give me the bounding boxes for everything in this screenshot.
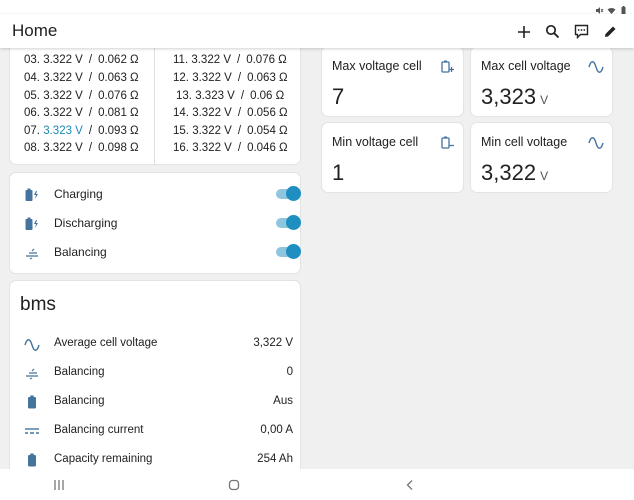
tile-value: 7 bbox=[332, 84, 345, 109]
cell-row: 14. 3.322 V/0.056 Ω bbox=[173, 107, 288, 119]
switch-row-balancing[interactable]: Balancing bbox=[10, 241, 302, 265]
search-icon bbox=[545, 24, 560, 39]
discharging-toggle[interactable] bbox=[276, 215, 301, 230]
status-bar bbox=[0, 0, 634, 15]
pencil-icon bbox=[605, 26, 616, 37]
switch-label: Charging bbox=[54, 187, 103, 201]
cell-row: 04. 3.322 V/0.063 Ω bbox=[24, 72, 139, 84]
sine-wave-icon bbox=[588, 134, 604, 150]
recent-apps-icon bbox=[54, 480, 64, 490]
entity-value: 0 bbox=[286, 366, 293, 378]
tile-name: Min voltage cell bbox=[332, 135, 419, 149]
entity-row[interactable]: Balancing 0 bbox=[10, 362, 302, 384]
cell-row: 12. 3.322 V/0.063 Ω bbox=[173, 72, 288, 84]
back-button[interactable] bbox=[402, 477, 418, 493]
tile-name: Max voltage cell bbox=[332, 59, 422, 73]
entity-value: 254 Ah bbox=[257, 453, 293, 465]
wifi-icon bbox=[607, 2, 616, 14]
sine-wave-icon bbox=[24, 336, 40, 352]
switch-label: Balancing bbox=[54, 245, 107, 259]
entity-value: 3,322 V bbox=[253, 337, 293, 349]
tile-unit: V bbox=[540, 169, 549, 183]
cell-row: 13. 3.323 V/0.06 Ω bbox=[176, 90, 285, 102]
cell-row: 06. 3.322 V/0.081 Ω bbox=[24, 107, 139, 119]
entity-row[interactable]: Balancing current 0,00 A bbox=[10, 420, 302, 442]
tile-name: Max cell voltage bbox=[481, 59, 571, 73]
bms-card: bms Average cell voltage 3,322 V Balanci… bbox=[9, 280, 301, 490]
tile-min-voltage-cell[interactable]: Min voltage cell 1 bbox=[321, 122, 464, 193]
assist-button[interactable] bbox=[572, 22, 591, 41]
battery-icon bbox=[24, 394, 40, 410]
entity-label: Balancing bbox=[54, 395, 105, 407]
entity-row[interactable]: Capacity remaining 254 Ah bbox=[10, 449, 302, 471]
switch-label: Discharging bbox=[54, 216, 118, 230]
cell-voltages-card: 03. 3.322 V/0.062 Ω 04. 3.322 V/0.063 Ω … bbox=[9, 40, 301, 165]
home-button[interactable] bbox=[226, 477, 242, 493]
recent-apps-button[interactable] bbox=[51, 477, 67, 493]
tile-name: Min cell voltage bbox=[481, 135, 568, 149]
tile-value: 3,323 bbox=[481, 84, 537, 109]
cell-row: 15. 3.322 V/0.054 Ω bbox=[173, 125, 288, 137]
switch-row-discharging[interactable]: Discharging bbox=[10, 212, 302, 236]
balancing-toggle[interactable] bbox=[276, 244, 301, 259]
balance-scale-icon bbox=[24, 245, 40, 261]
cell-row: 16. 3.322 V/0.046 Ω bbox=[173, 142, 288, 154]
entity-value: 0,00 A bbox=[260, 424, 293, 436]
tile-max-cell-voltage[interactable]: Max cell voltage 3,323 V bbox=[470, 46, 613, 117]
plus-icon bbox=[517, 25, 530, 38]
search-button[interactable] bbox=[543, 22, 562, 41]
tile-max-voltage-cell[interactable]: Max voltage cell 7 bbox=[321, 46, 464, 117]
cell-row: 07. 3.323 V/0.093 Ω bbox=[24, 125, 139, 137]
entity-row[interactable]: Balancing Aus bbox=[10, 391, 302, 413]
back-chevron-icon bbox=[406, 480, 413, 490]
app-bar: Home bbox=[0, 14, 634, 48]
home-circle-icon bbox=[228, 479, 240, 491]
chat-icon bbox=[574, 24, 589, 39]
entity-row[interactable]: Average cell voltage 3,322 V bbox=[10, 333, 302, 355]
current-dc-icon bbox=[24, 423, 40, 439]
entity-value: Aus bbox=[273, 395, 293, 407]
battery-status-icon bbox=[619, 2, 628, 15]
add-button[interactable] bbox=[514, 22, 533, 41]
cell-row: 05. 3.322 V/0.076 Ω bbox=[24, 90, 139, 102]
battery-discharging-icon bbox=[24, 216, 40, 232]
entity-label: Capacity remaining bbox=[54, 453, 153, 465]
battery-plus-icon bbox=[439, 58, 455, 74]
toggle-knob bbox=[286, 215, 301, 230]
tile-value: 1 bbox=[332, 160, 345, 185]
switch-row-charging[interactable]: Charging bbox=[10, 183, 302, 207]
toggle-knob bbox=[286, 244, 301, 259]
sine-wave-icon bbox=[588, 58, 604, 74]
battery-minus-icon bbox=[439, 134, 455, 150]
page-title: Home bbox=[12, 21, 58, 40]
mute-icon bbox=[595, 2, 604, 14]
card-title: bms bbox=[20, 294, 56, 315]
cell-row: 11. 3.322 V/0.076 Ω bbox=[173, 54, 287, 66]
edit-button[interactable] bbox=[601, 22, 620, 41]
tile-value: 3,322 bbox=[481, 160, 537, 185]
balance-scale-icon bbox=[24, 365, 40, 381]
charging-toggle[interactable] bbox=[276, 186, 301, 201]
system-nav-bar bbox=[0, 469, 634, 500]
entity-label: Balancing bbox=[54, 366, 105, 378]
switches-card: Charging Discharging Balancing bbox=[9, 172, 301, 274]
cell-row: 08. 3.322 V/0.098 Ω bbox=[24, 142, 139, 154]
battery-icon bbox=[24, 452, 40, 468]
column-divider bbox=[154, 41, 155, 165]
entity-label: Balancing current bbox=[54, 424, 144, 436]
battery-charging-icon bbox=[24, 187, 40, 203]
entity-label: Average cell voltage bbox=[54, 337, 158, 349]
toggle-knob bbox=[286, 186, 301, 201]
tile-unit: V bbox=[540, 93, 549, 107]
cell-row: 03. 3.322 V/0.062 Ω bbox=[24, 54, 139, 66]
tile-min-cell-voltage[interactable]: Min cell voltage 3,322 V bbox=[470, 122, 613, 193]
